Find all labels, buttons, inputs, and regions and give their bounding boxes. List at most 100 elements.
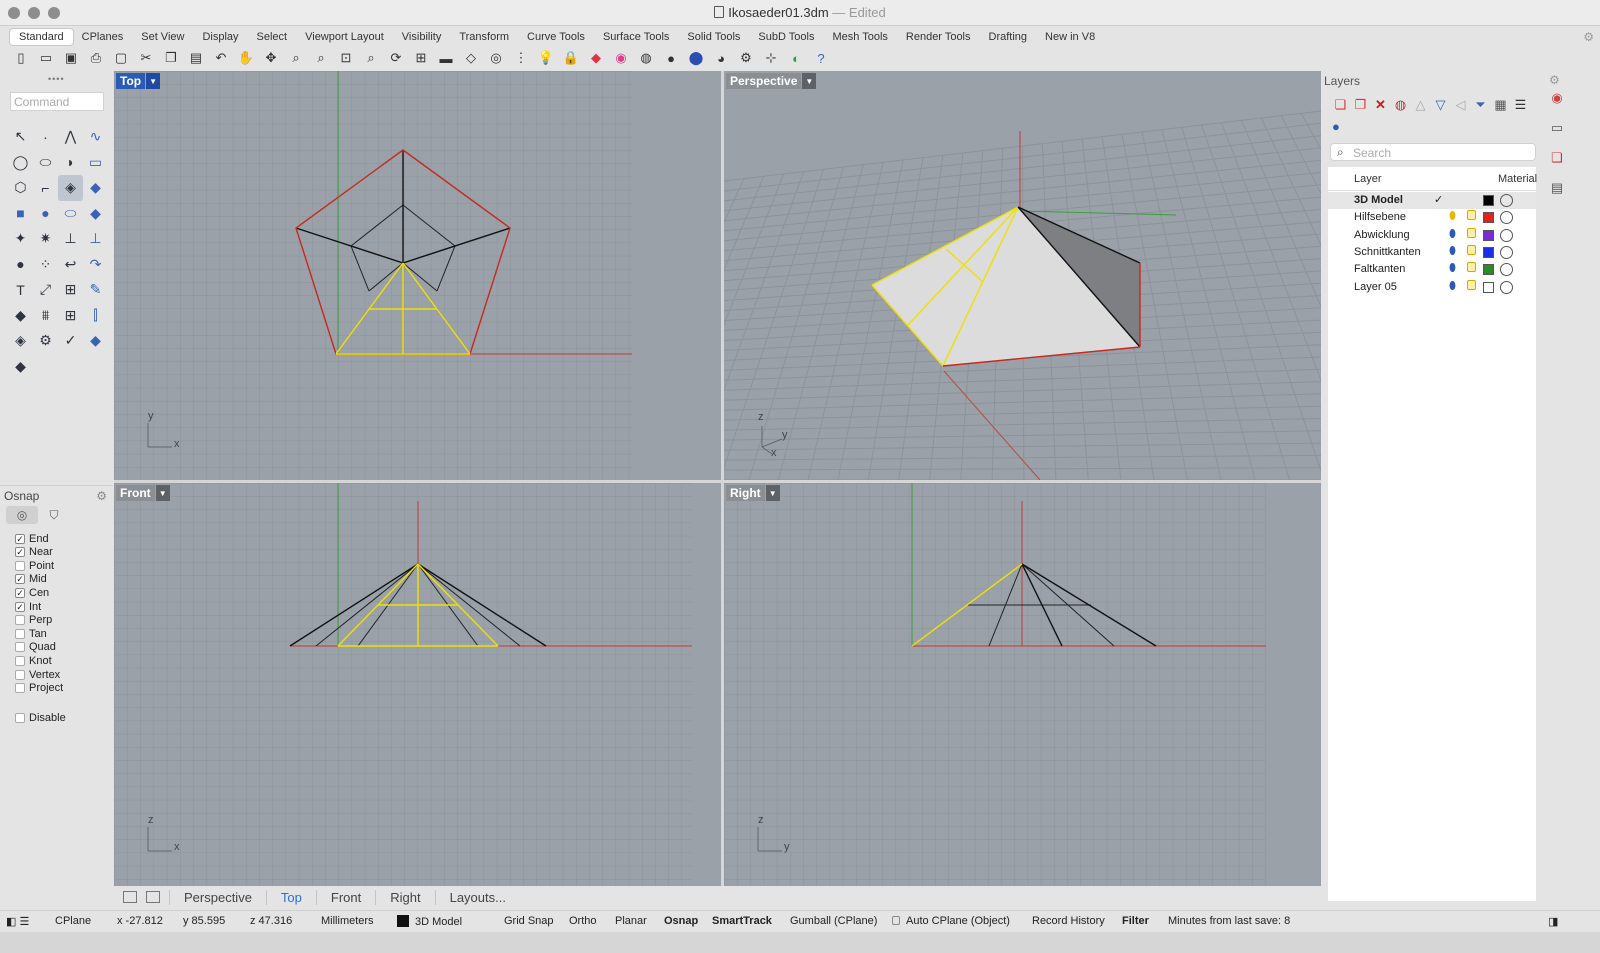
tabs-settings-gear-icon[interactable]: ⚙: [1583, 30, 1594, 44]
arc-icon[interactable]: ◗: [58, 150, 83, 176]
tab-set-view[interactable]: Set View: [132, 29, 193, 45]
circle-icon[interactable]: ◯: [8, 150, 33, 176]
paste-icon[interactable]: ▤: [185, 48, 207, 68]
viewport-tab-perspective[interactable]: Perspective: [169, 889, 266, 905]
layer-row[interactable]: 3D Model ✓: [1328, 192, 1536, 209]
delete-layer-icon[interactable]: ✕: [1372, 97, 1389, 113]
trim-icon[interactable]: ⊥: [83, 226, 108, 252]
panel-toggle-icon[interactable]: ◧ ☰: [6, 915, 29, 928]
layer-material-icon[interactable]: [1500, 211, 1513, 225]
osnap-mid[interactable]: ✓ Mid: [15, 573, 47, 586]
status-filter[interactable]: Filter: [1122, 915, 1149, 927]
layer-visibility-bulb-icon[interactable]: ⬮: [1449, 245, 1456, 258]
history-icon[interactable]: ⚙: [33, 328, 58, 354]
four-viewports-icon[interactable]: ⊞: [410, 48, 432, 68]
layer-material-icon[interactable]: [1500, 194, 1513, 207]
properties-panel-icon[interactable]: ▤: [1551, 180, 1563, 196]
osnap-quad[interactable]: Quad: [15, 641, 56, 654]
osnap-cen[interactable]: ✓ Cen: [15, 586, 49, 599]
status-grid-snap[interactable]: Grid Snap: [504, 915, 554, 927]
layers-search-input[interactable]: ⌕ Search: [1330, 143, 1536, 161]
explode-icon[interactable]: ✷: [33, 226, 58, 252]
status-smarttrack[interactable]: SmartTrack: [712, 915, 772, 927]
boolean-icon[interactable]: ✦: [8, 226, 33, 252]
select-arrow-icon[interactable]: ↖: [8, 124, 33, 150]
layer-name[interactable]: Schnittkanten: [1354, 246, 1421, 258]
new-layer-icon[interactable]: ❏: [1332, 97, 1349, 113]
help-icon[interactable]: ?: [810, 48, 832, 68]
osnap-perp-checkbox[interactable]: [15, 615, 25, 626]
color-panel-icon[interactable]: ◉: [1551, 90, 1562, 106]
layers-col-layer[interactable]: Layer: [1354, 173, 1382, 185]
command-input[interactable]: Command: [10, 92, 104, 111]
rectangle-icon[interactable]: ▭: [83, 150, 108, 176]
osnap-circle-icon[interactable]: ◎: [485, 48, 507, 68]
car-icon[interactable]: ▬: [435, 48, 457, 68]
status-units[interactable]: Millimeters: [321, 915, 374, 927]
layer-name[interactable]: Layer 05: [1354, 281, 1397, 293]
tab-render-tools[interactable]: Render Tools: [897, 29, 980, 45]
polygon-icon[interactable]: ⬡: [8, 175, 33, 201]
viewport-right-header[interactable]: Right ▼: [726, 485, 780, 501]
sphere-icon[interactable]: ●: [33, 201, 58, 227]
layer-lock-icon[interactable]: [1467, 227, 1476, 238]
osnap-int[interactable]: ✓ Int: [15, 600, 41, 613]
osnap-point-checkbox[interactable]: [15, 560, 25, 571]
mesh-icon[interactable]: ◈: [8, 328, 33, 354]
status-cplane[interactable]: CPlane: [55, 915, 91, 927]
move-down-icon[interactable]: ▽: [1432, 97, 1449, 113]
tab-surface-tools[interactable]: Surface Tools: [594, 29, 678, 45]
osnap-tan[interactable]: Tan: [15, 627, 47, 640]
zoom-dynamic-icon[interactable]: ⌕: [360, 48, 382, 68]
array-icon[interactable]: ⊞: [58, 277, 83, 303]
osnap-mid-checkbox[interactable]: ✓: [15, 574, 25, 585]
status-gumball[interactable]: Gumball (CPlane): [790, 915, 877, 927]
tab-standard[interactable]: Standard: [10, 29, 73, 45]
move-left-icon[interactable]: ◁: [1452, 97, 1469, 113]
layer-visibility-bulb-icon[interactable]: ⬮: [1449, 262, 1456, 275]
osnap-knot-checkbox[interactable]: [15, 655, 25, 666]
pan-hand-icon[interactable]: ✋: [235, 48, 257, 68]
osnap-project-checkbox[interactable]: [15, 683, 25, 694]
osnap-tan-checkbox[interactable]: [15, 628, 25, 639]
gear-icon[interactable]: ⚙: [735, 48, 757, 68]
tab-drafting[interactable]: Drafting: [980, 29, 1037, 45]
curve-icon[interactable]: ∿: [83, 124, 108, 150]
layer-name[interactable]: Faltkanten: [1354, 263, 1405, 275]
status-layer[interactable]: 3D Model: [397, 915, 462, 928]
viewport-tab-right[interactable]: Right: [375, 889, 434, 905]
osnap-near[interactable]: ✓ Near: [15, 546, 53, 559]
open-folder-icon[interactable]: ▭: [35, 48, 57, 68]
measure-icon[interactable]: ⫿: [83, 303, 108, 329]
tab-viewport-layout[interactable]: Viewport Layout: [296, 29, 393, 45]
tab-mesh-tools[interactable]: Mesh Tools: [823, 29, 896, 45]
analyze-icon[interactable]: ⩩: [33, 303, 58, 329]
layer-lock-icon[interactable]: [1467, 262, 1476, 273]
lock-icon[interactable]: 🔒: [560, 48, 582, 68]
layer-name[interactable]: Hilfsebene: [1354, 211, 1406, 223]
layers-help-icon[interactable]: ●: [1332, 119, 1340, 134]
edit-icon[interactable]: ✎: [83, 277, 108, 303]
tab-new-in-v8[interactable]: New in V8: [1036, 29, 1104, 45]
polyline-icon[interactable]: ⋀: [58, 124, 83, 150]
layer-row[interactable]: Schnittkanten ⬮: [1328, 244, 1536, 261]
cylinder-icon[interactable]: ⬭: [58, 201, 83, 227]
wireframe-sphere-icon[interactable]: ◍: [635, 48, 657, 68]
tab-select[interactable]: Select: [248, 29, 297, 45]
layer-lock-icon[interactable]: [1467, 210, 1476, 221]
extrude-icon[interactable]: ◆: [83, 175, 108, 201]
point-icon[interactable]: ·: [33, 124, 58, 150]
fillet-icon[interactable]: ⌐: [33, 175, 58, 201]
offset-icon[interactable]: ↷: [83, 252, 108, 278]
tab-subd-tools[interactable]: SubD Tools: [749, 29, 823, 45]
layer-visibility-bulb-icon[interactable]: ⬮: [1449, 210, 1456, 223]
status-planar[interactable]: Planar: [615, 915, 647, 927]
viewport-tab-front[interactable]: Front: [315, 889, 375, 905]
render-mesh-icon[interactable]: ◆: [83, 328, 108, 354]
layer-color-swatch[interactable]: [1483, 246, 1494, 258]
viewport-perspective-dropdown-icon[interactable]: ▼: [802, 73, 817, 89]
rotate-view-icon[interactable]: ✥: [260, 48, 282, 68]
purge-layer-icon[interactable]: ◍: [1392, 97, 1409, 113]
viewport-front-label[interactable]: Front: [116, 485, 155, 501]
status-ortho[interactable]: Ortho: [569, 915, 597, 927]
